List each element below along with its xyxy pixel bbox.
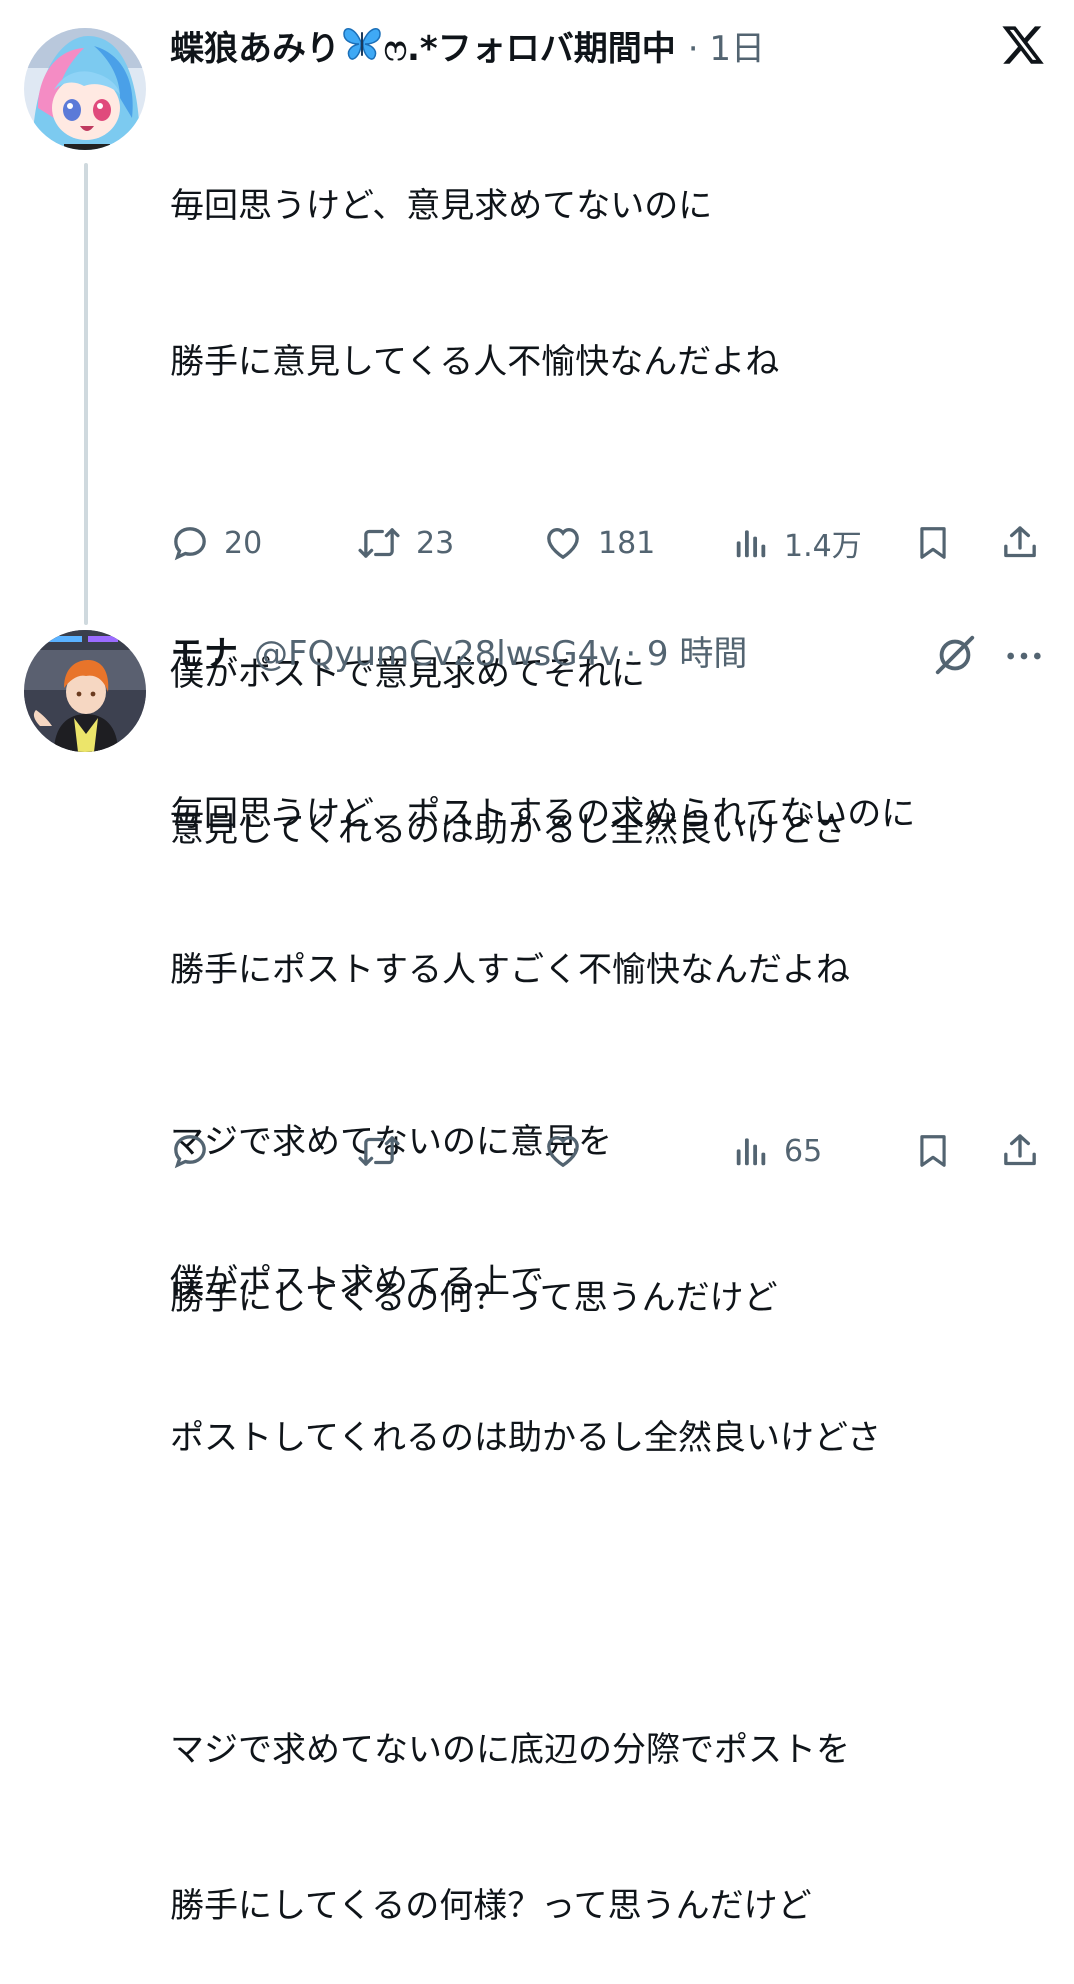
tweet-text-line: 毎回思うけど、意見求めてないのに [170, 186, 713, 226]
heart-icon [547, 527, 579, 560]
timestamp[interactable]: · 1日 [688, 27, 765, 71]
bookmark-button[interactable] [914, 518, 952, 568]
avatar[interactable] [24, 28, 146, 150]
tweet-text-line: 毎回思うけど、ポストするの求められてないのに [170, 794, 916, 834]
x-logo-icon[interactable] [1000, 22, 1046, 72]
bookmark-icon [920, 1135, 946, 1167]
tweet-text-line: ポストしてくれるのは助かるし全然良いけどさ [170, 1418, 881, 1458]
reply-count: 20 [224, 525, 263, 561]
display-name[interactable]: モナ [170, 632, 238, 676]
repost-button[interactable]: 23 [356, 518, 454, 568]
tweet-text-line: マジで求めてないのに底辺の分際でポストを [170, 1730, 850, 1770]
repost-icon [358, 528, 400, 558]
tweet-header: 蝶狼あみり ෆ.*フォロバ期間中 · 1日 [170, 24, 765, 73]
timestamp[interactable]: · 9 時間 [625, 632, 747, 676]
more-icon[interactable] [1002, 636, 1046, 680]
tweet-actions: 65 [170, 1126, 1048, 1176]
grok-icon[interactable] [932, 632, 978, 682]
thread-connector-line [84, 163, 88, 625]
bookmark-button[interactable] [914, 1126, 952, 1176]
tweet-text-line: 勝手にしてくるの何様？って思うんだけど [170, 1886, 812, 1926]
display-name-suffix: ෆ.*フォロバ期間中 [384, 28, 676, 69]
avatar[interactable] [24, 630, 146, 752]
like-button[interactable]: 181 [542, 518, 655, 568]
tweet-header: モナ @FQyumCv28lwsG4v · 9 時間 [170, 632, 747, 676]
heart-icon [547, 1135, 579, 1168]
share-icon [1004, 526, 1036, 558]
reply-icon [174, 1135, 206, 1169]
tweet-text-line: 勝手に意見してくる人不愉快なんだよね [170, 342, 780, 382]
repost-button[interactable] [356, 1126, 402, 1176]
tweet-text-line: 僕がポスト求めてる上で [170, 1262, 544, 1302]
user-handle[interactable]: @FQyumCv28lwsG4v [254, 632, 619, 676]
reply-icon [174, 527, 206, 561]
tweet-text: 毎回思うけど、ポストするの求められてないのに 勝手にポストする人すごく不愉快なん… [170, 684, 915, 1984]
reply-button[interactable] [170, 1126, 210, 1176]
view-count: 65 [784, 1133, 823, 1169]
reply-button[interactable]: 20 [170, 518, 262, 568]
views-icon [736, 530, 766, 558]
views-button[interactable]: 65 [732, 1126, 822, 1176]
bookmark-icon [920, 527, 946, 559]
share-button[interactable] [1000, 1126, 1040, 1176]
butterfly-emoji-icon [342, 24, 382, 73]
repost-icon [358, 1136, 400, 1166]
views-button[interactable]: 1.4万 [732, 518, 862, 568]
like-button[interactable] [542, 1126, 584, 1176]
share-icon [1004, 1134, 1036, 1166]
repost-count: 23 [416, 525, 455, 561]
views-icon [736, 1138, 766, 1166]
share-button[interactable] [1000, 518, 1040, 568]
like-count: 181 [598, 525, 656, 561]
display-name[interactable]: 蝶狼あみり [170, 27, 340, 71]
tweet-actions: 20 23 181 1.4万 [170, 518, 1048, 568]
tweet-text-line: 勝手にポストする人すごく不愉快なんだよね [170, 950, 850, 990]
tweet-text-line [170, 1568, 915, 1620]
view-count: 1.4万 [784, 529, 862, 564]
